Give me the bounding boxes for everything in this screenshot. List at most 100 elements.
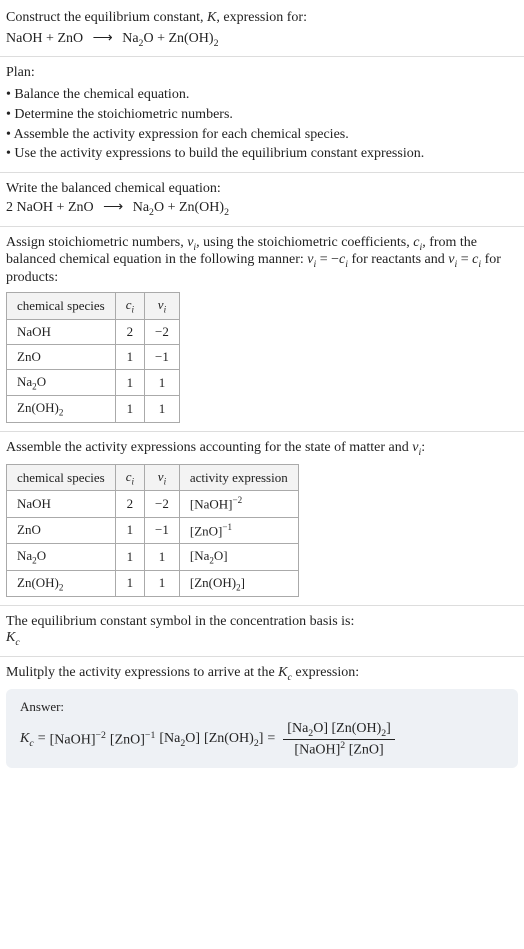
cell-nui: −1 [145, 517, 180, 543]
cell-nui: 1 [145, 369, 180, 396]
table-row: NaOH 2 −2 [NaOH]−2 [7, 491, 299, 517]
answer-box: Answer: Kc = [NaOH]−2 [ZnO]−1 [Na2O] [Zn… [6, 689, 518, 768]
reactant-naoh: NaOH [6, 31, 43, 46]
reactant-zno: ZnO [68, 200, 94, 215]
activity-intro: Assemble the activity expressions accoun… [6, 440, 518, 458]
col-nui: νi [145, 293, 180, 320]
fraction-numerator: [Na2O] [Zn(OH)2] [283, 721, 395, 740]
symbol-section: The equilibrium constant symbol in the c… [0, 605, 524, 656]
plus-sign: + [157, 31, 165, 46]
cell-ci: 2 [115, 491, 144, 517]
term-znoh2: [Zn(OH)2] [204, 731, 263, 749]
product-na2o: Na2O [133, 200, 164, 215]
balanced-title: Write the balanced chemical equation: [6, 181, 518, 197]
reactant-zno: ZnO [57, 31, 83, 46]
stoich-intro: Assign stoichiometric numbers, νi, using… [6, 235, 518, 287]
col-species: chemical species [7, 464, 116, 491]
prompt-part1: Construct the equilibrium constant, [6, 10, 207, 25]
table-row: Zn(OH)2 1 1 [Zn(OH)2] [7, 570, 299, 597]
multiply-text: Mulitply the activity expressions to arr… [6, 665, 518, 683]
activity-table: chemical species ci νi activity expressi… [6, 464, 299, 597]
stoich-table: chemical species ci νi NaOH 2 −2 ZnO 1 −… [6, 292, 180, 423]
plus-sign: + [46, 31, 54, 46]
cell-nui: −1 [145, 344, 180, 369]
cell-species: Na2O [7, 369, 116, 396]
cell-nui: 1 [145, 396, 180, 423]
cell-species: NaOH [7, 491, 116, 517]
table-row: ZnO 1 −1 [ZnO]−1 [7, 517, 299, 543]
product-znoh2: Zn(OH)2 [168, 31, 218, 46]
plan-title: Plan: [6, 65, 518, 81]
plan-item: Determine the stoichiometric numbers. [6, 105, 518, 125]
prompt-K: K [207, 10, 216, 25]
cell-nui: 1 [145, 570, 180, 597]
plan-section: Plan: Balance the chemical equation. Det… [0, 56, 524, 171]
table-row: Zn(OH)2 1 1 [7, 396, 180, 423]
symbol-text: The equilibrium constant symbol in the c… [6, 614, 518, 630]
plan-item: Assemble the activity expression for eac… [6, 125, 518, 145]
cell-species: ZnO [7, 344, 116, 369]
coef-2: 2 [6, 200, 13, 215]
answer-label: Answer: [20, 699, 504, 715]
cell-activity: [Zn(OH)2] [179, 570, 298, 597]
cell-ci: 1 [115, 396, 144, 423]
stoich-section: Assign stoichiometric numbers, νi, using… [0, 226, 524, 431]
equals-sign: = [38, 731, 46, 747]
reactant-naoh: NaOH [17, 200, 54, 215]
col-species: chemical species [7, 293, 116, 320]
table-row: Na2O 1 1 [7, 369, 180, 396]
reaction-arrow-icon: ⟶ [103, 199, 123, 216]
cell-nui: −2 [145, 491, 180, 517]
cell-ci: 1 [115, 570, 144, 597]
fraction-denominator: [NaOH]2 [ZnO] [290, 740, 387, 759]
cell-species: Zn(OH)2 [7, 570, 116, 597]
cell-species: Zn(OH)2 [7, 396, 116, 423]
term-na2o: [Na2O] [159, 731, 200, 749]
col-activity: activity expression [179, 464, 298, 491]
term-zno: [ZnO]−1 [110, 730, 155, 749]
cell-ci: 1 [115, 543, 144, 570]
plus-sign: + [57, 200, 65, 215]
prompt-text: Construct the equilibrium constant, K, e… [6, 8, 518, 28]
balanced-section: Write the balanced chemical equation: 2 … [0, 172, 524, 226]
cell-ci: 2 [115, 319, 144, 344]
product-na2o: Na2O [122, 31, 153, 46]
cell-ci: 1 [115, 344, 144, 369]
cell-species: Na2O [7, 543, 116, 570]
table-row: ZnO 1 −1 [7, 344, 180, 369]
col-ci: ci [115, 293, 144, 320]
plan-item: Use the activity expressions to build th… [6, 144, 518, 164]
product-znoh2: Zn(OH)2 [179, 200, 229, 215]
col-nui: νi [145, 464, 180, 491]
cell-species: ZnO [7, 517, 116, 543]
unbalanced-equation: NaOH + ZnO ⟶ Na2O + Zn(OH)2 [6, 30, 518, 49]
cell-nui: 1 [145, 543, 180, 570]
table-row: Na2O 1 1 [Na2O] [7, 543, 299, 570]
multiply-section: Mulitply the activity expressions to arr… [0, 656, 524, 776]
prompt-tail: , expression for: [216, 10, 307, 25]
cell-ci: 1 [115, 517, 144, 543]
kc-expression: Kc = [NaOH]−2 [ZnO]−1 [Na2O] [Zn(OH)2] =… [20, 721, 504, 758]
symbol-kc: Kc [6, 630, 518, 648]
cell-activity: [NaOH]−2 [179, 491, 298, 517]
table-header-row: chemical species ci νi [7, 293, 180, 320]
cell-ci: 1 [115, 369, 144, 396]
plan-item: Balance the chemical equation. [6, 85, 518, 105]
plus-sign: + [168, 200, 176, 215]
cell-species: NaOH [7, 319, 116, 344]
col-ci: ci [115, 464, 144, 491]
problem-statement: Construct the equilibrium constant, K, e… [0, 0, 524, 56]
cell-activity: [Na2O] [179, 543, 298, 570]
cell-activity: [ZnO]−1 [179, 517, 298, 543]
cell-nui: −2 [145, 319, 180, 344]
activity-section: Assemble the activity expressions accoun… [0, 431, 524, 605]
table-row: NaOH 2 −2 [7, 319, 180, 344]
plan-list: Balance the chemical equation. Determine… [6, 85, 518, 163]
table-header-row: chemical species ci νi activity expressi… [7, 464, 299, 491]
fraction: [Na2O] [Zn(OH)2] [NaOH]2 [ZnO] [283, 721, 395, 758]
reaction-arrow-icon: ⟶ [93, 30, 113, 47]
kc-symbol: Kc [20, 731, 34, 749]
equals-sign: = [267, 731, 275, 747]
term-naoh: [NaOH]−2 [50, 730, 106, 749]
balanced-equation: 2 NaOH + ZnO ⟶ Na2O + Zn(OH)2 [6, 199, 518, 218]
